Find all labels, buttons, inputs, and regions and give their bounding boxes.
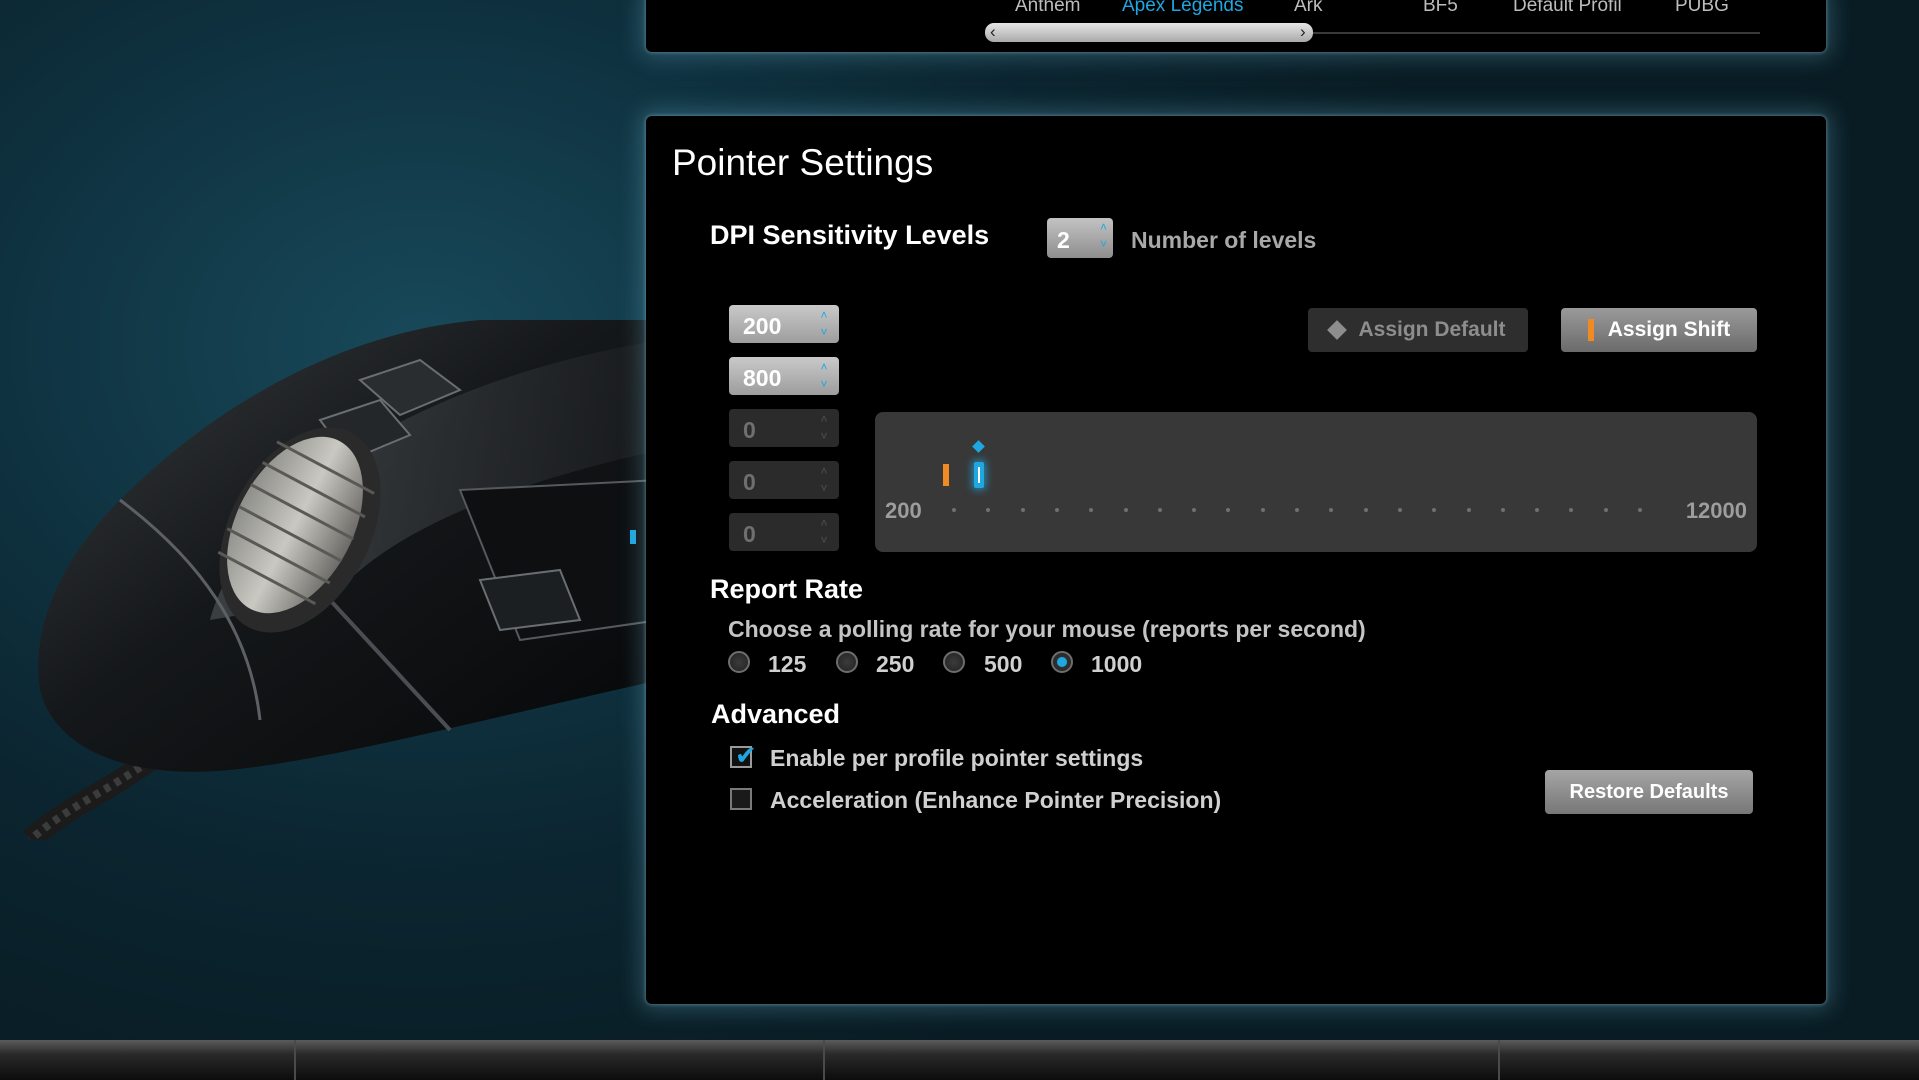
toolbar-divider [294,1040,296,1080]
dpi-scale-dot [1432,508,1436,512]
dpi-level-1-value: 200 [743,313,782,339]
report-rate-option-label: 500 [984,651,1023,677]
assign-shift-button[interactable]: Assign Shift [1561,308,1757,352]
dpi-default-marker-icon [972,440,985,453]
profiles-scrollbar-thumb[interactable] [985,23,1313,42]
profile-tab-ark[interactable]: Ark [1294,0,1323,17]
dpi-scale-dot [1089,508,1093,512]
stepper-up-icon[interactable]: ˄ [817,412,831,426]
dpi-scale-dot [1329,508,1333,512]
dpi-scale-dot [1364,508,1368,512]
stepper-up-icon[interactable]: ˄ [817,360,831,374]
dpi-level-2-value: 800 [743,365,782,391]
dpi-level-2-stepper[interactable]: 800 ˄ ˅ [729,357,839,395]
per-profile-checkbox[interactable]: ✔ [730,740,757,770]
report-rate-option-label: 1000 [1091,651,1143,677]
dpi-level-4-stepper[interactable]: 0 ˄ ˅ [729,461,839,499]
dpi-scale-dot [1604,508,1608,512]
report-rate-radio-125[interactable] [728,651,750,673]
stepper-up-icon[interactable]: ˄ [817,308,831,322]
report-rate-radio-250[interactable] [836,651,858,673]
advanced-heading: Advanced [711,699,841,729]
dpi-scale-dot [1295,508,1299,512]
dpi-scale-dot [1192,508,1196,512]
dpi-slider-track[interactable]: 200 12000 [875,412,1757,552]
profile-tab-anthem[interactable]: Anthem [1015,0,1080,17]
dpi-level-5-stepper[interactable]: 0 ˄ ˅ [729,513,839,551]
number-of-levels-value: 2 [1057,227,1070,253]
stepper-down-icon[interactable]: ˅ [817,377,831,391]
shift-marker-icon [1587,319,1594,341]
stepper-up-icon[interactable]: ˄ [1100,220,1107,234]
pointer-settings-panel: Pointer Settings DPI Sensitivity Levels … [646,116,1826,1004]
scroll-right-arrow-icon[interactable]: › [1300,21,1306,43]
dpi-scale-dot [1501,508,1505,512]
dpi-shift-marker[interactable] [943,464,949,486]
dpi-level-5-value: 0 [743,521,756,547]
number-of-levels-label: Number of levels [1131,227,1317,253]
stepper-down-icon[interactable]: ˅ [817,429,831,443]
report-rate-radio-500[interactable] [943,651,965,673]
number-of-levels-stepper[interactable]: 2 ˄ ˅ [1047,218,1113,258]
assign-shift-label: Assign Shift [1607,318,1731,341]
dpi-scale-dot [1535,508,1539,512]
restore-defaults-button[interactable]: Restore Defaults [1545,770,1753,814]
bottom-toolbar [0,1040,1919,1080]
dpi-scale-dot [1055,508,1059,512]
assign-default-label: Assign Default [1358,318,1506,341]
report-rate-option-label: 250 [876,651,915,677]
stepper-up-icon[interactable]: ˄ [817,516,831,530]
diamond-icon [1327,320,1348,340]
stepper-down-icon[interactable]: ˅ [817,533,831,547]
dpi-level-3-stepper[interactable]: 0 ˄ ˅ [729,409,839,447]
report-rate-option-label: 125 [768,651,807,677]
assign-default-button[interactable]: Assign Default [1308,308,1528,352]
dpi-scale-dot [1124,508,1128,512]
toolbar-divider [1498,1040,1500,1080]
profile-tab-default-profile[interactable]: Default Profil [1513,0,1622,17]
dpi-scale-dot [1021,508,1025,512]
dpi-min-label: 200 [885,498,922,523]
dpi-level-1-stepper[interactable]: 200 ˄ ˅ [729,305,839,343]
dpi-scale-dot [1467,508,1471,512]
scroll-left-arrow-icon[interactable]: ‹ [990,21,996,43]
stepper-down-icon[interactable]: ˅ [817,481,831,495]
checkmark-icon: ✔ [735,740,757,770]
profile-tab-pubg[interactable]: PUBG [1675,0,1729,17]
dpi-scale-dot [1226,508,1230,512]
app-background: Anthem Apex Legends Ark BF5 Default Prof… [0,0,1919,1080]
dpi-level-marker-highlight [978,467,980,483]
dpi-level-3-value: 0 [743,417,756,443]
stepper-up-icon[interactable]: ˄ [817,464,831,478]
toolbar-divider [823,1040,825,1080]
page-title: Pointer Settings [672,142,934,183]
dpi-scale-dot [1158,508,1162,512]
stepper-down-icon[interactable]: ˅ [1100,237,1107,251]
profile-tab-apex-legends[interactable]: Apex Legends [1122,0,1244,17]
dpi-level-4-value: 0 [743,469,756,495]
report-rate-description: Choose a polling rate for your mouse (re… [728,616,1366,642]
dpi-scale-dot [986,508,990,512]
acceleration-checkbox[interactable] [730,788,752,810]
profile-tab-bf5[interactable]: BF5 [1423,0,1458,17]
dpi-scale-dot [1398,508,1402,512]
acceleration-label: Acceleration (Enhance Pointer Precision) [770,787,1222,813]
dpi-scale-dot [1638,508,1642,512]
dpi-heading: DPI Sensitivity Levels [710,220,990,250]
dpi-scale-dot [952,508,956,512]
report-rate-heading: Report Rate [710,574,864,604]
dpi-scale-dot [1261,508,1265,512]
report-rate-radio-1000[interactable] [1051,651,1073,673]
dpi-max-label: 12000 [1685,498,1747,523]
gaming-mouse-image [22,320,660,840]
dpi-scale-dot [1569,508,1573,512]
stepper-down-icon[interactable]: ˅ [817,325,831,339]
per-profile-label: Enable per profile pointer settings [770,745,1144,771]
